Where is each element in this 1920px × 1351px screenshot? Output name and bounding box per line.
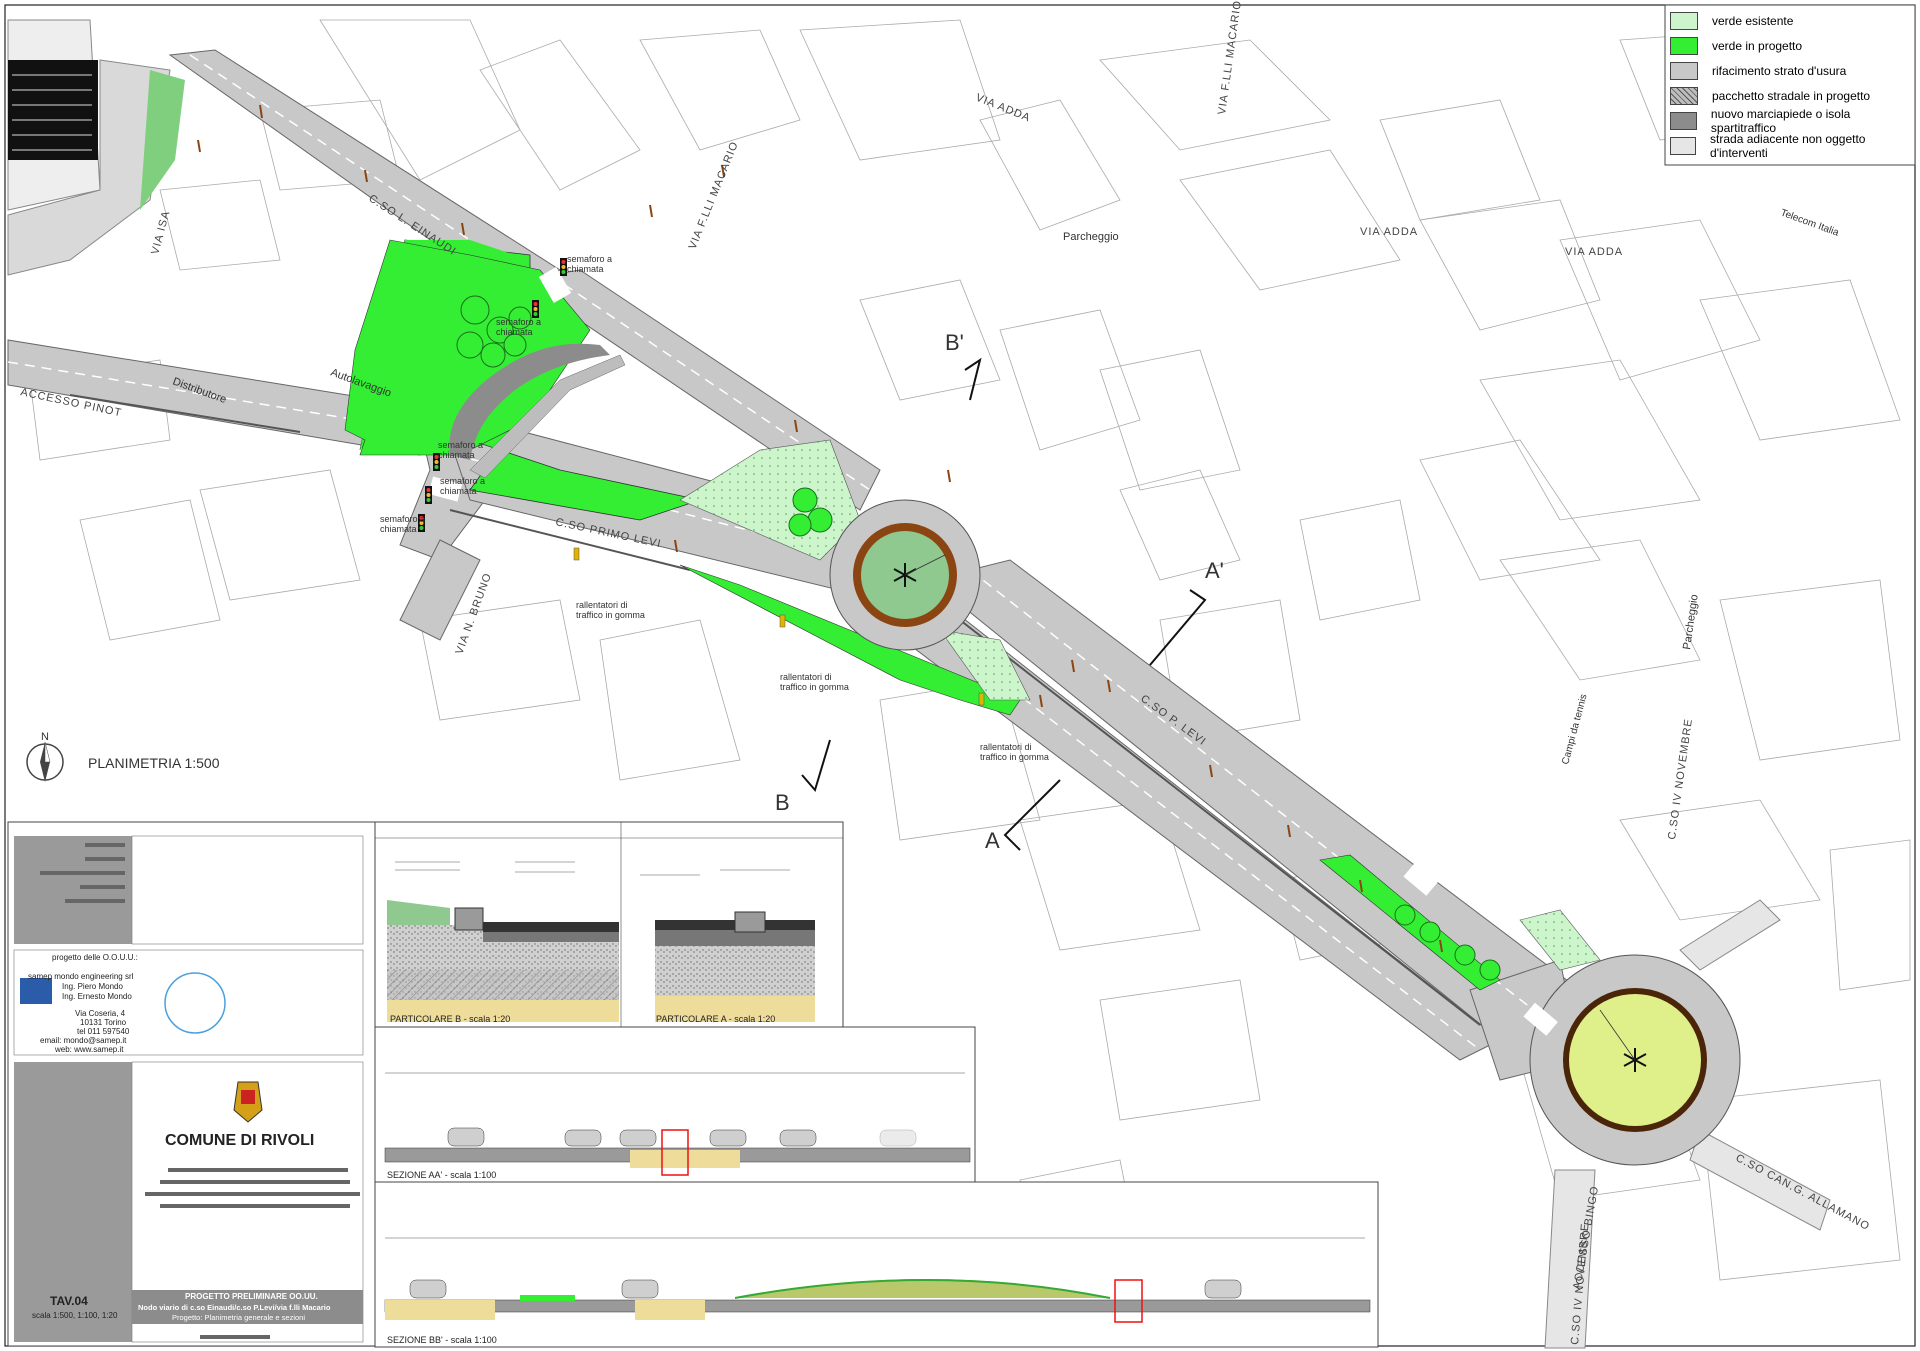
legend-item: verde in progetto bbox=[1670, 33, 1910, 58]
label-sez-bb: SEZIONE BB' - scala 1:100 bbox=[387, 1335, 497, 1345]
tb-proj1: PROGETTO PRELIMINARE OO.UU. bbox=[185, 1292, 318, 1301]
annotation-semaforo-3: semaforo a bbox=[438, 440, 483, 450]
annotation-semaforo-2: semaforo a bbox=[496, 317, 541, 327]
tb-tav: TAV.04 bbox=[50, 1294, 88, 1308]
legend-item: rifacimento strato d'usura bbox=[1670, 58, 1910, 83]
legend-label: verde in progetto bbox=[1712, 38, 1803, 53]
tb-designer-heading: progetto delle O.O.U.U.: bbox=[52, 953, 138, 962]
label-part-a: PARTICOLARE A - scala 1:20 bbox=[656, 1014, 775, 1024]
section-mark-b-prime: B' bbox=[945, 330, 964, 355]
legend-label: verde esistente bbox=[1712, 13, 1794, 28]
tb-address: Via Coseria, 4 bbox=[75, 1009, 126, 1018]
legend-swatch-rifacimento bbox=[1670, 61, 1698, 80]
annotation-rallentatori-2: rallentatori di bbox=[780, 672, 832, 682]
title-block bbox=[7, 821, 376, 1347]
legend-item: nuovo marciapiede o isola spartitraffico bbox=[1670, 106, 1910, 135]
annotation-semaforo-4: semaforo a bbox=[440, 476, 485, 486]
plan-title: PLANIMETRIA 1:500 bbox=[88, 755, 220, 771]
legend-item: verde esistente bbox=[1670, 8, 1910, 33]
tb-firm: samep mondo engineering srl bbox=[28, 972, 134, 981]
north-label: N bbox=[41, 731, 49, 743]
legend-label: nuovo marciapiede o isola spartitraffico bbox=[1710, 106, 1851, 135]
label-sez-aa: SEZIONE AA' - scala 1:100 bbox=[387, 1170, 496, 1180]
annotation-rallentatori-2b: traffico in gomma bbox=[780, 682, 849, 692]
tb-proj3: Progetto: Planimetria generale e sezioni bbox=[172, 1313, 305, 1322]
legend-label: pacchetto stradale in progetto bbox=[1712, 88, 1871, 103]
section-mark-a: A bbox=[985, 828, 1000, 853]
legend-swatch-pacchetto bbox=[1670, 86, 1698, 105]
tb-eng1: Ing. Piero Mondo bbox=[62, 982, 123, 991]
street-label-via-adda-3: VIA ADDA bbox=[1565, 246, 1623, 258]
street-label-via-adda-2: VIA ADDA bbox=[1360, 226, 1418, 238]
legend-item: strada adiacente non oggetto d'intervent… bbox=[1670, 131, 1910, 160]
tb-eng2: Ing. Ernesto Mondo bbox=[62, 992, 132, 1001]
legend-label: strada adiacente non oggetto d'intervent… bbox=[1710, 131, 1866, 160]
annotation-rallentatori-1b: traffico in gomma bbox=[576, 610, 645, 620]
tb-tel: tel 011 597540 bbox=[77, 1027, 130, 1036]
annotation-rallentatori-1: rallentatori di bbox=[576, 600, 628, 610]
legend-swatch-verde-progetto bbox=[1670, 36, 1698, 55]
annotation-semaforo-4b: chiamata bbox=[440, 486, 477, 496]
roundabout-south bbox=[1529, 954, 1741, 1166]
annotation-rallentatori-3: rallentatori di bbox=[980, 742, 1032, 752]
legend-list: verde esistente verde in progetto rifaci… bbox=[1670, 8, 1910, 160]
annotation-semaforo-2b: chiamata bbox=[496, 327, 533, 337]
roundabout-north bbox=[829, 499, 981, 651]
tb-scale: scala 1:500, 1:100, 1:20 bbox=[32, 1311, 118, 1320]
legend-swatch-marciapiede bbox=[1670, 111, 1697, 130]
tb-comune: COMUNE DI RIVOLI bbox=[165, 1132, 314, 1149]
annotation-semaforo-1: semaforo a bbox=[567, 254, 612, 264]
section-mark-a-prime: A' bbox=[1205, 558, 1224, 583]
legend-label: rifacimento strato d'usura bbox=[1712, 63, 1847, 78]
tb-city: 10131 Torino bbox=[80, 1018, 127, 1027]
annotation-semaforo-5: semaforo a bbox=[380, 514, 425, 524]
legend-swatch-verde-esistente bbox=[1670, 11, 1698, 30]
annotation-rallentatori-3b: traffico in gomma bbox=[980, 752, 1049, 762]
section-mark-b: B bbox=[775, 790, 790, 815]
tb-email: email: mondo@samep.it bbox=[40, 1036, 127, 1045]
annotation-semaforo-1b: chiamata bbox=[567, 264, 604, 274]
tb-web: web: www.samep.it bbox=[54, 1045, 124, 1054]
annotation-semaforo-3b: chiamata bbox=[438, 450, 475, 460]
label-part-b: PARTICOLARE B - scala 1:20 bbox=[390, 1014, 510, 1024]
site-plan-map: C.SO L. EINAUDI VIA ISA ACCESSO PINOT VI… bbox=[4, 0, 1916, 1349]
legend-item: pacchetto stradale in progetto bbox=[1670, 83, 1910, 108]
place-label-parcheggio-1: Parcheggio bbox=[1063, 231, 1119, 243]
annotation-semaforo-5b: chiamata bbox=[380, 524, 417, 534]
tb-proj2: Nodo viario di c.so Einaudi/c.so P.Levi/… bbox=[138, 1303, 331, 1312]
legend-swatch-strada-adiacente bbox=[1670, 136, 1697, 155]
